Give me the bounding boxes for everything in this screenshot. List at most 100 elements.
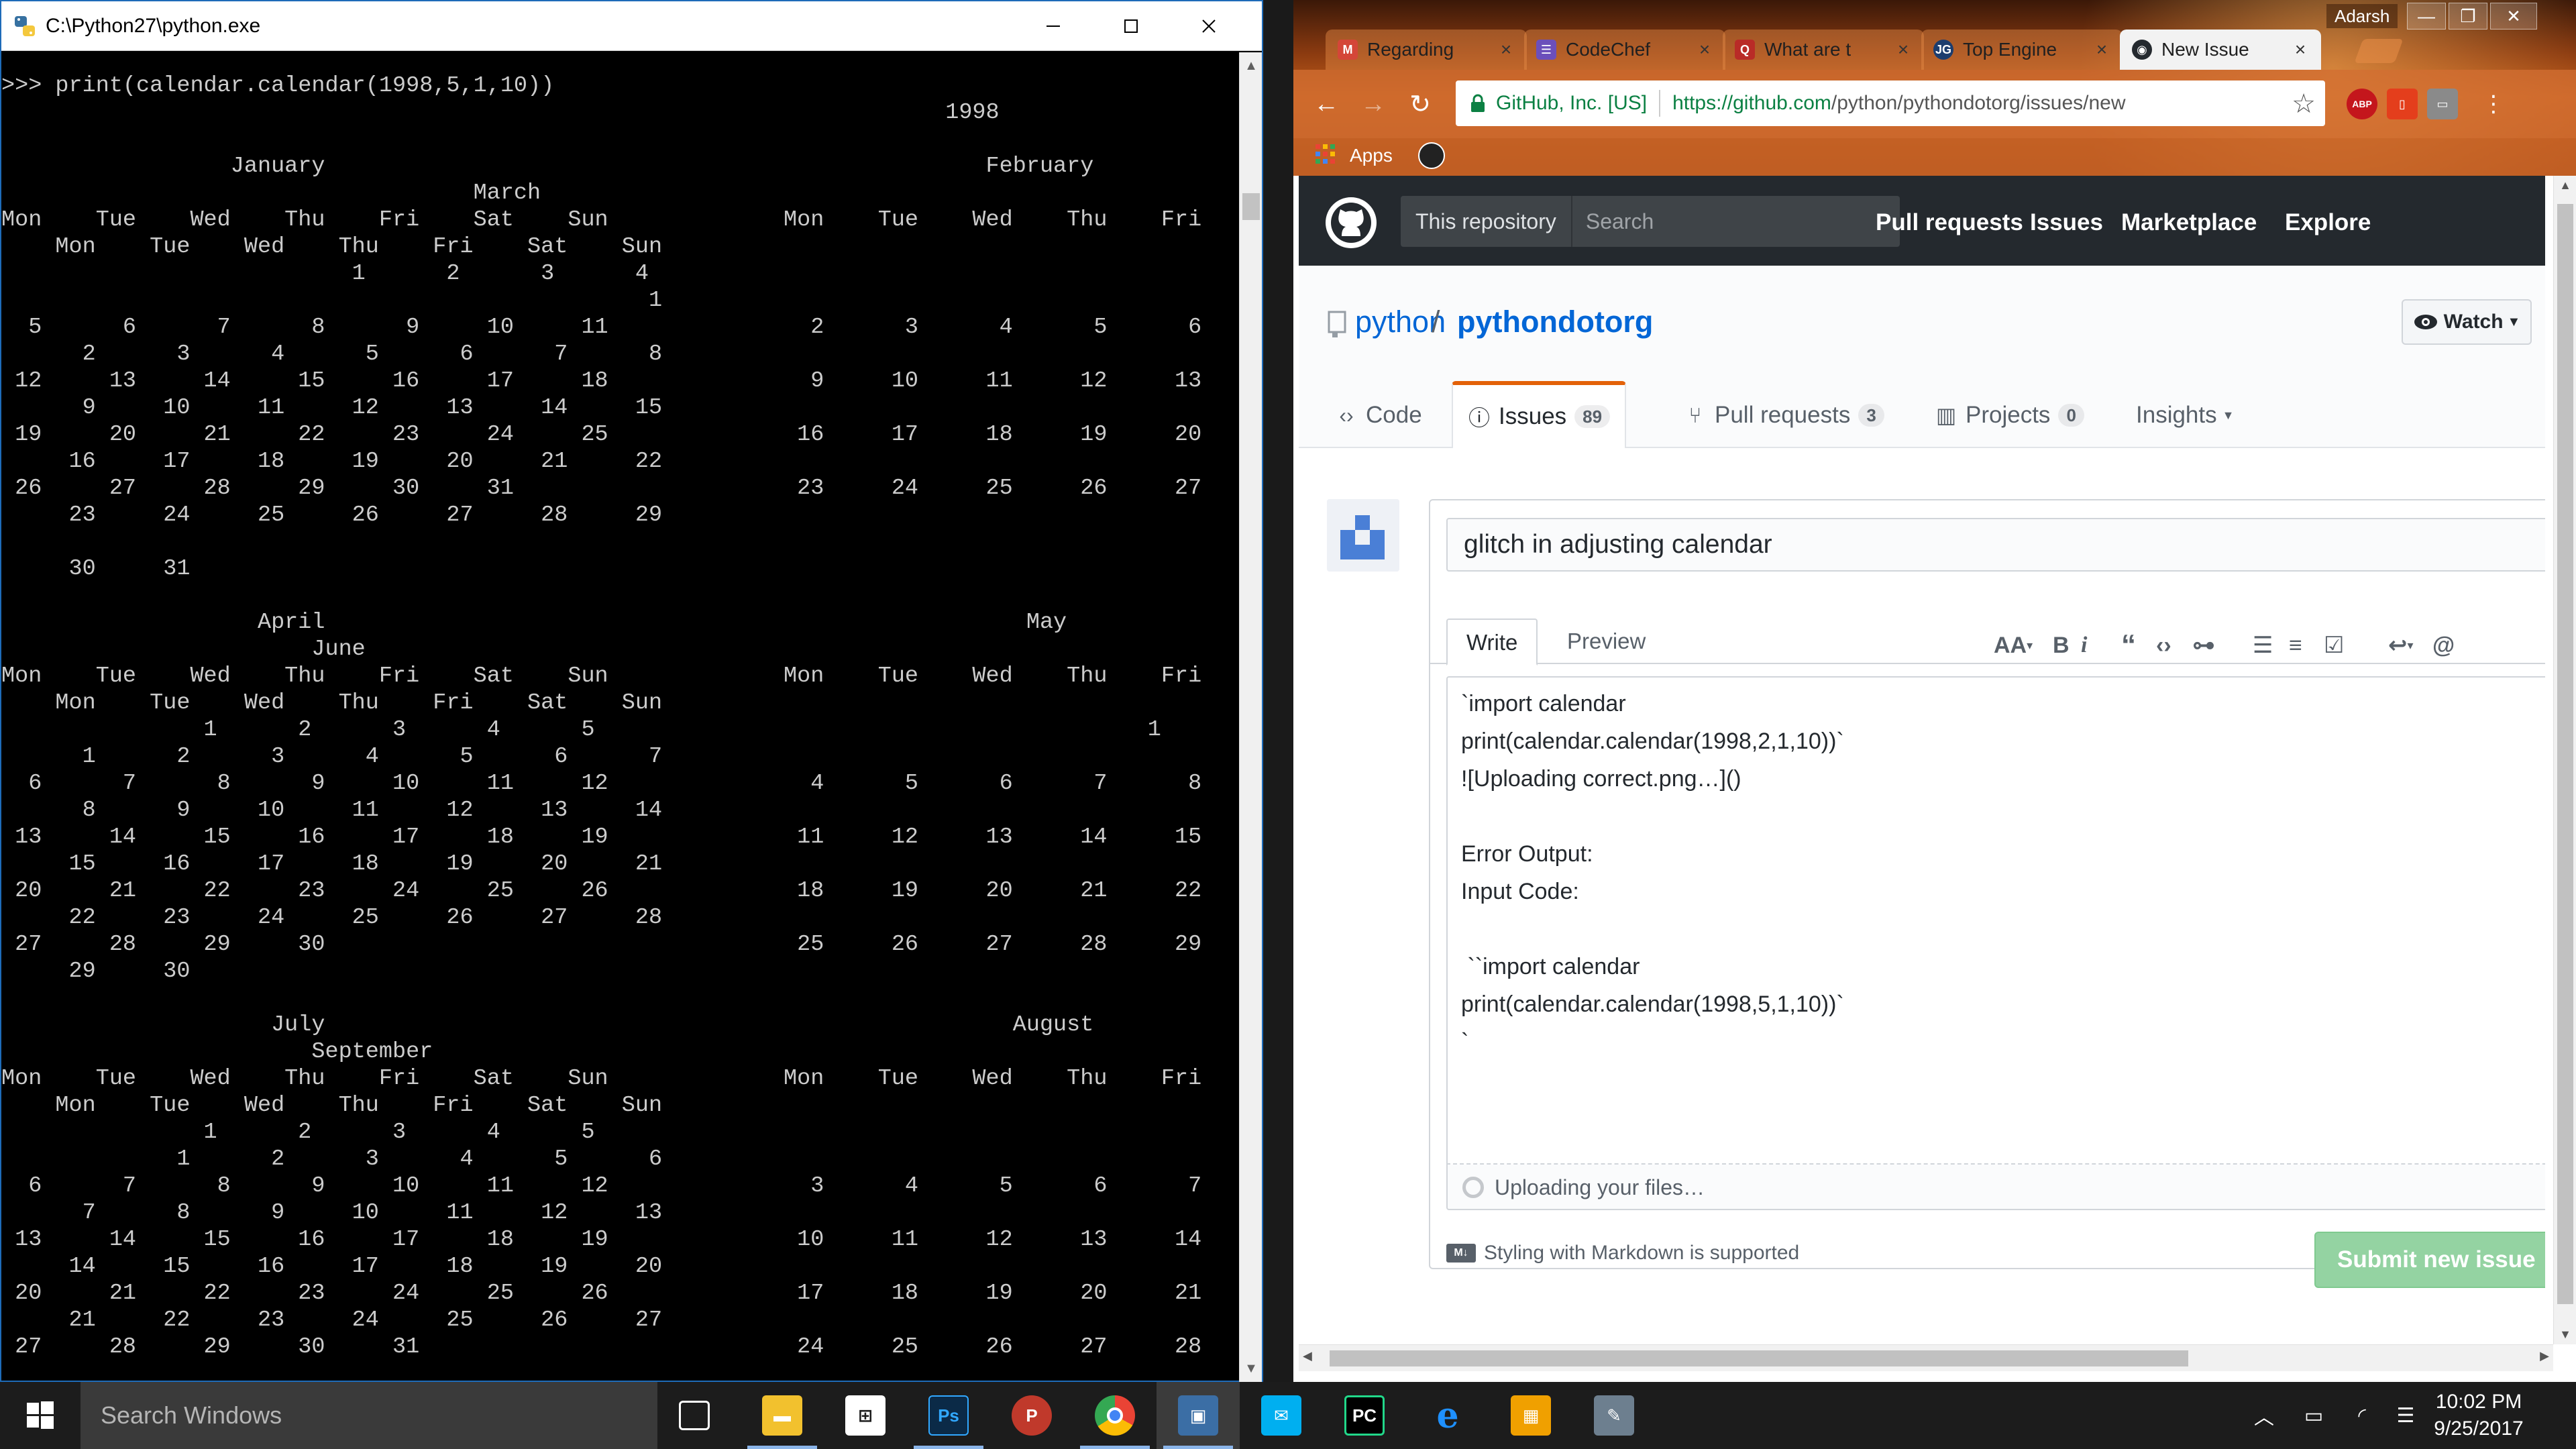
back-icon[interactable]: ← <box>1311 89 1342 119</box>
page-vertical-scrollbar[interactable]: ▲ ▼ <box>2553 176 2576 1344</box>
taskbar-pycharm[interactable]: PC <box>1323 1382 1406 1449</box>
search-scope[interactable]: This repository Search <box>1401 196 1900 247</box>
taskbar-edge[interactable]: e <box>1406 1382 1489 1449</box>
tab-regarding[interactable]: M Regarding × <box>1326 30 1527 70</box>
taskbar-search-input[interactable]: Search Windows <box>80 1382 657 1449</box>
chrome-window[interactable]: Adarsh — ❐ ✕ M Regarding × ☰ CodeChef × … <box>1293 0 2576 1382</box>
close-button[interactable] <box>1170 1 1248 51</box>
taskbar-python[interactable]: ▣ <box>1157 1382 1240 1449</box>
code-icon[interactable]: ‹› <box>2156 631 2171 660</box>
tab-pull-requests[interactable]: ⑂ Pull requests 3 <box>1669 382 1899 448</box>
scroll-thumb[interactable] <box>2557 204 2573 1304</box>
nav-pull-requests[interactable]: Pull requests <box>1876 209 2023 236</box>
numbered-list-icon[interactable]: ≡ <box>2289 631 2302 660</box>
italic-icon[interactable]: i <box>2081 631 2087 660</box>
avatar[interactable] <box>1327 499 1399 572</box>
address-bar[interactable]: GitHub, Inc. [US] https://github.com /py… <box>1456 80 2325 126</box>
scroll-up-icon[interactable]: ▲ <box>1240 52 1263 79</box>
issue-body-textarea[interactable]: `import calendar print(calendar.calendar… <box>1446 676 2545 1165</box>
mention-icon[interactable]: @ <box>2432 631 2455 660</box>
minimize-button[interactable]: — <box>2407 3 2446 30</box>
scroll-right-icon[interactable]: ▶ <box>2540 1349 2549 1363</box>
start-button[interactable] <box>0 1382 80 1449</box>
link-icon[interactable]: ⊶ <box>2192 631 2215 660</box>
close-tab-icon[interactable]: × <box>2292 39 2309 60</box>
bulleted-list-icon[interactable]: ☰ <box>2253 631 2273 660</box>
maximize-button[interactable]: ❐ <box>2449 3 2487 30</box>
nav-marketplace[interactable]: Marketplace <box>2121 209 2257 236</box>
scroll-down-icon[interactable]: ▼ <box>1240 1355 1263 1382</box>
close-tab-icon[interactable]: × <box>1696 39 1713 60</box>
forward-icon[interactable]: → <box>1358 89 1389 119</box>
close-button[interactable]: ✕ <box>2490 3 2537 30</box>
taskbar-podcast[interactable]: P <box>990 1382 1073 1449</box>
header-text-icon[interactable]: AA ▾ <box>1994 631 2033 660</box>
page-horizontal-scrollbar[interactable]: ◀ ▶ <box>1299 1344 2553 1371</box>
bookmark-star-icon[interactable]: ☆ <box>2292 89 2316 119</box>
bold-icon[interactable]: B <box>2053 631 2070 660</box>
taskbar-app[interactable]: ▦ <box>1489 1382 1572 1449</box>
console-window[interactable]: C:\Python27\python.exe >>> print(calenda… <box>0 0 1263 1382</box>
taskbar-chrome[interactable] <box>1073 1382 1157 1449</box>
tab-write[interactable]: Write <box>1446 619 1538 665</box>
tab-codechef[interactable]: ☰ CodeChef × <box>1524 30 1725 70</box>
quote-icon[interactable]: “ <box>2121 629 2136 661</box>
issue-title-input[interactable]: glitch in adjusting calendar <box>1446 518 2545 572</box>
close-tab-icon[interactable]: × <box>2093 39 2110 60</box>
wifi-icon[interactable]: ◜ <box>2339 1382 2385 1449</box>
apps-bookmark[interactable]: Apps <box>1350 145 1393 166</box>
scroll-thumb[interactable] <box>1330 1350 2188 1366</box>
tab-code[interactable]: ‹› Code <box>1320 382 1437 448</box>
apps-icon[interactable] <box>1313 142 1338 166</box>
scope-label[interactable]: This repository <box>1401 196 1572 247</box>
scroll-thumb[interactable] <box>1242 193 1260 220</box>
system-clock[interactable]: 10:02 PM 9/25/2017 <box>2428 1389 2529 1442</box>
nav-explore[interactable]: Explore <box>2285 209 2371 236</box>
tab-top-engine[interactable]: JG Top Engine × <box>1921 30 2123 70</box>
tab-issues[interactable]: ⓘ Issues 89 <box>1452 381 1627 448</box>
taskbar-store[interactable]: ⊞ <box>824 1382 907 1449</box>
taskbar-file-explorer[interactable]: ▬ <box>741 1382 824 1449</box>
console-output-area[interactable]: >>> print(calendar.calendar(1998,5,1,10)… <box>1 52 1244 1382</box>
close-tab-icon[interactable]: × <box>1497 39 1515 60</box>
repo-name-link[interactable]: pythondotorg <box>1457 305 1653 339</box>
adblock-plus-icon[interactable]: ABP <box>2347 89 2377 119</box>
menu-icon[interactable]: ⋮ <box>2478 89 2509 119</box>
reply-icon[interactable]: ↩ ▾ <box>2388 631 2414 660</box>
restore-icon: ❐ <box>2460 5 2476 26</box>
taskbar-photoshop[interactable]: Ps <box>907 1382 990 1449</box>
nav-issues[interactable]: Issues <box>2030 209 2103 236</box>
bookmark-icon[interactable] <box>1418 142 1445 169</box>
github-logo-icon[interactable] <box>1324 196 1378 250</box>
taskbar-skype[interactable]: ✉ <box>1240 1382 1323 1449</box>
scroll-down-icon[interactable]: ▼ <box>2554 1328 2576 1342</box>
console-scrollbar[interactable]: ▲ ▼ <box>1239 52 1262 1382</box>
reload-icon[interactable]: ↻ <box>1405 89 1436 119</box>
profile-name[interactable]: Adarsh <box>2326 4 2398 28</box>
task-view-button[interactable] <box>657 1382 741 1449</box>
github-search-input[interactable]: Search <box>1572 209 1900 234</box>
office-icon[interactable]: ▯ <box>2387 89 2418 119</box>
scroll-left-icon[interactable]: ◀ <box>1303 1349 1312 1363</box>
cast-icon[interactable]: ▭ <box>2427 89 2458 119</box>
markdown-help-link[interactable]: M↓ Styling with Markdown is supported <box>1446 1240 1799 1267</box>
tab-insights[interactable]: Insights ▼ <box>2121 382 2249 448</box>
scroll-up-icon[interactable]: ▲ <box>2554 178 2576 193</box>
console-titlebar[interactable]: C:\Python27\python.exe <box>1 1 1262 51</box>
taskbar-paint[interactable]: ✎ <box>1572 1382 1656 1449</box>
close-tab-icon[interactable]: × <box>1894 39 1912 60</box>
security-chip[interactable]: GitHub, Inc. [US] <box>1496 92 1647 115</box>
maximize-button[interactable] <box>1092 1 1170 51</box>
battery-icon[interactable]: ▭ <box>2290 1382 2337 1449</box>
minimize-button[interactable] <box>1014 1 1092 51</box>
tab-preview[interactable]: Preview <box>1548 619 1664 665</box>
notifications-icon[interactable]: ☰ <box>2385 1382 2426 1449</box>
task-list-icon[interactable]: ☑ <box>2324 631 2344 660</box>
file-upload-bar[interactable]: Uploading your files… <box>1446 1165 2545 1210</box>
watch-button[interactable]: Watch ▼ <box>2402 299 2532 345</box>
tab-projects[interactable]: ▥ Projects 0 <box>1920 382 2099 448</box>
show-hidden-icons[interactable]: ︿ <box>2241 1382 2288 1449</box>
tab-quora[interactable]: Q What are t × <box>1723 30 1924 70</box>
submit-issue-button[interactable]: Submit new issue <box>2314 1232 2545 1288</box>
tab-new-issue[interactable]: ◉ New Issue × <box>2120 30 2321 70</box>
